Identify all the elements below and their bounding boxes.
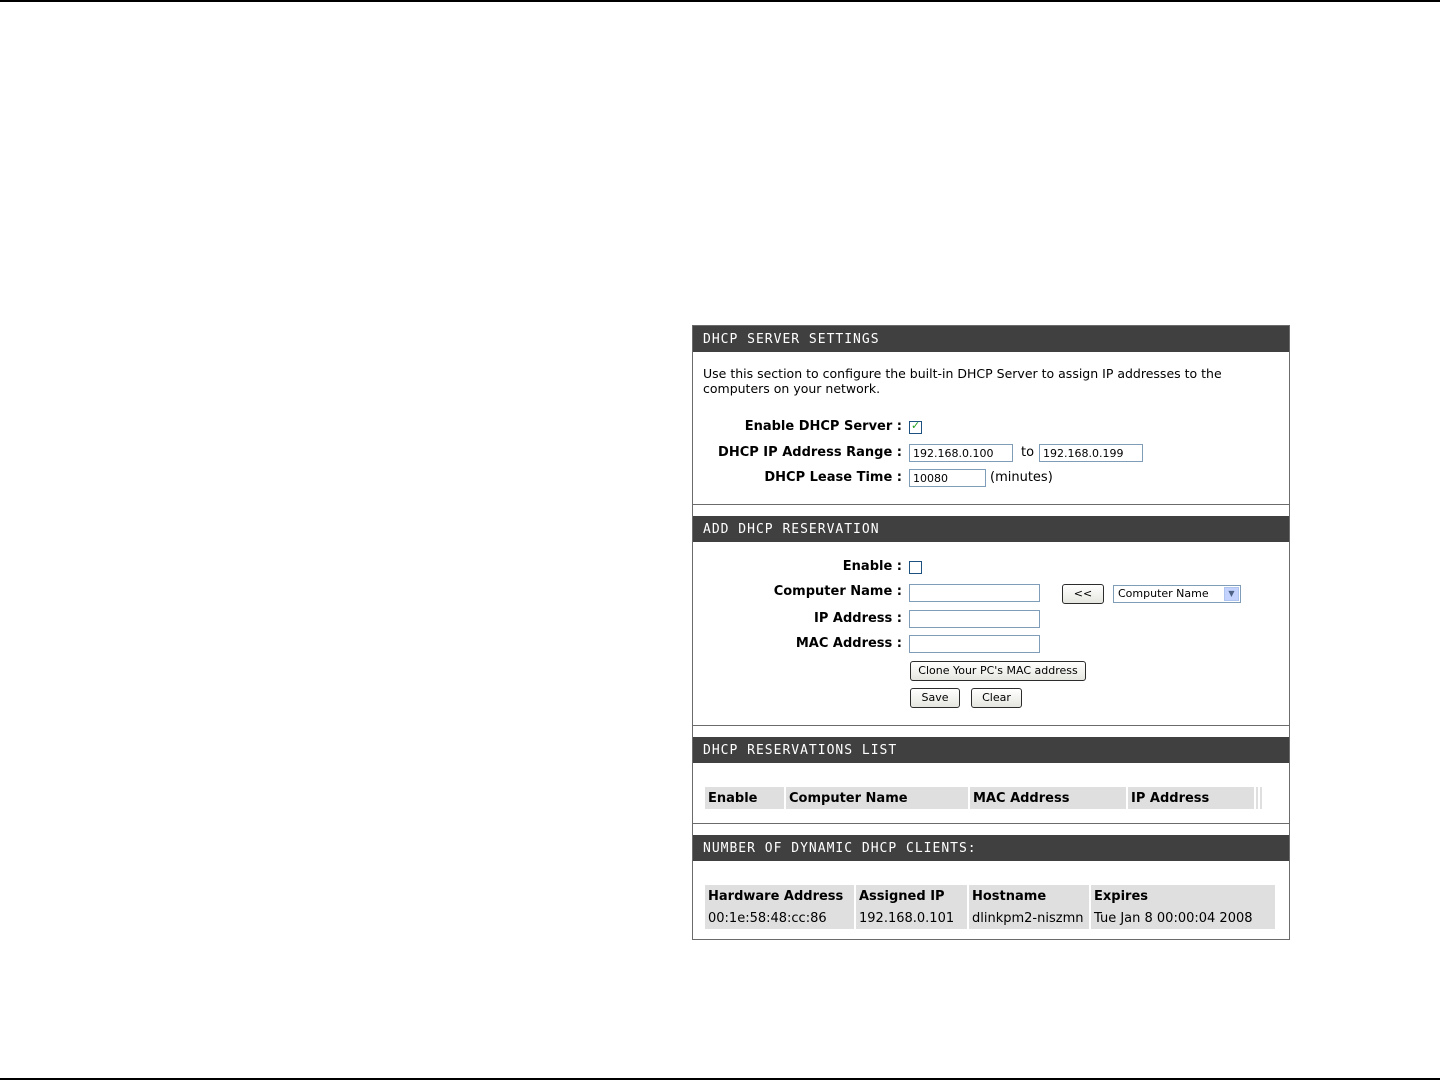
computer-name-label: Computer Name : bbox=[773, 584, 902, 599]
computer-name-input[interactable] bbox=[909, 584, 1040, 602]
table-header-row: Hardware Address Assigned IP Hostname Ex… bbox=[705, 885, 1275, 907]
ip-range-row: DHCP IP Address Range : to bbox=[693, 443, 1289, 463]
mac-address-label: MAC Address : bbox=[795, 636, 902, 651]
dhcp-server-settings-section: DHCP SERVER SETTINGS Use this section to… bbox=[693, 326, 1289, 504]
clone-mac-button[interactable]: Clone Your PC's MAC address bbox=[910, 661, 1086, 681]
add-reservation-section: ADD DHCP RESERVATION Enable : Computer N… bbox=[693, 516, 1289, 725]
table-header-row: Enable Computer Name MAC Address IP Addr… bbox=[705, 787, 1262, 809]
section-separator bbox=[693, 823, 1289, 835]
copy-computer-name-button[interactable]: << bbox=[1062, 584, 1104, 604]
lease-time-input[interactable] bbox=[909, 469, 986, 487]
clear-button[interactable]: Clear bbox=[971, 688, 1022, 708]
hardware-address-cell: 00:1e:58:48:cc:86 bbox=[705, 907, 854, 929]
computer-name-row: Computer Name : << Computer Name ▼ bbox=[693, 582, 1289, 604]
lease-time-label: DHCP Lease Time : bbox=[764, 470, 902, 485]
column-header-computer-name: Computer Name bbox=[786, 787, 968, 809]
column-header-hardware-address: Hardware Address bbox=[705, 885, 854, 907]
lease-time-row: DHCP Lease Time : (minutes) bbox=[693, 468, 1289, 488]
section-header: DHCP SERVER SETTINGS bbox=[693, 326, 1289, 352]
enable-dhcp-label: Enable DHCP Server : bbox=[744, 419, 902, 434]
column-header-spacer bbox=[1260, 787, 1262, 809]
computer-select-value: Computer Name bbox=[1118, 587, 1209, 600]
mac-address-input[interactable] bbox=[909, 635, 1040, 653]
column-header-mac-address: MAC Address bbox=[970, 787, 1126, 809]
hostname-cell: dlinkpm2-niszmn bbox=[969, 907, 1089, 929]
bottom-rule bbox=[0, 1078, 1440, 1080]
column-header-assigned-ip: Assigned IP bbox=[856, 885, 967, 907]
column-header-spacer bbox=[1256, 787, 1258, 809]
section-header: NUMBER OF DYNAMIC DHCP CLIENTS: bbox=[693, 835, 1289, 861]
ip-address-row: IP Address : bbox=[693, 609, 1289, 629]
enable-dhcp-row: Enable DHCP Server : ✓ bbox=[693, 417, 1289, 437]
chevron-down-icon[interactable]: ▼ bbox=[1224, 587, 1239, 601]
range-to-text: to bbox=[1021, 445, 1035, 460]
table-row: 00:1e:58:48:cc:86 192.168.0.101 dlinkpm2… bbox=[705, 907, 1275, 929]
ip-address-label: IP Address : bbox=[814, 611, 902, 626]
range-start-input[interactable] bbox=[909, 444, 1013, 462]
mac-address-row: MAC Address : bbox=[693, 634, 1289, 654]
top-rule bbox=[0, 0, 1440, 2]
reservation-enable-label: Enable : bbox=[842, 559, 902, 574]
section-description: Use this section to configure the built-… bbox=[703, 366, 1222, 396]
lease-unit-text: (minutes) bbox=[990, 470, 1053, 485]
section-separator bbox=[693, 504, 1289, 516]
range-end-input[interactable] bbox=[1039, 444, 1143, 462]
column-header-hostname: Hostname bbox=[969, 885, 1089, 907]
column-header-ip-address: IP Address bbox=[1128, 787, 1254, 809]
section-header: ADD DHCP RESERVATION bbox=[693, 516, 1289, 542]
reservation-enable-row: Enable : bbox=[693, 557, 1289, 577]
reservations-list-section: DHCP RESERVATIONS LIST Enable Computer N… bbox=[693, 737, 1289, 823]
section-header: DHCP RESERVATIONS LIST bbox=[693, 737, 1289, 763]
section-separator bbox=[693, 725, 1289, 737]
column-header-expires: Expires bbox=[1091, 885, 1275, 907]
dynamic-clients-section: NUMBER OF DYNAMIC DHCP CLIENTS: Hardware… bbox=[693, 835, 1289, 939]
dynamic-clients-table: Hardware Address Assigned IP Hostname Ex… bbox=[703, 885, 1277, 929]
computer-name-select[interactable]: Computer Name ▼ bbox=[1113, 585, 1241, 603]
save-button[interactable]: Save bbox=[910, 688, 960, 708]
reservations-table: Enable Computer Name MAC Address IP Addr… bbox=[703, 787, 1264, 809]
ip-range-label: DHCP IP Address Range : bbox=[718, 445, 902, 460]
assigned-ip-cell: 192.168.0.101 bbox=[856, 907, 967, 929]
ip-address-input[interactable] bbox=[909, 610, 1040, 628]
column-header-enable: Enable bbox=[705, 787, 784, 809]
expires-cell: Tue Jan 8 00:00:04 2008 bbox=[1091, 907, 1275, 929]
check-icon: ✓ bbox=[911, 419, 921, 432]
reservation-enable-checkbox[interactable] bbox=[909, 561, 922, 574]
dhcp-panel: DHCP SERVER SETTINGS Use this section to… bbox=[692, 325, 1290, 940]
enable-dhcp-checkbox[interactable]: ✓ bbox=[909, 419, 922, 434]
